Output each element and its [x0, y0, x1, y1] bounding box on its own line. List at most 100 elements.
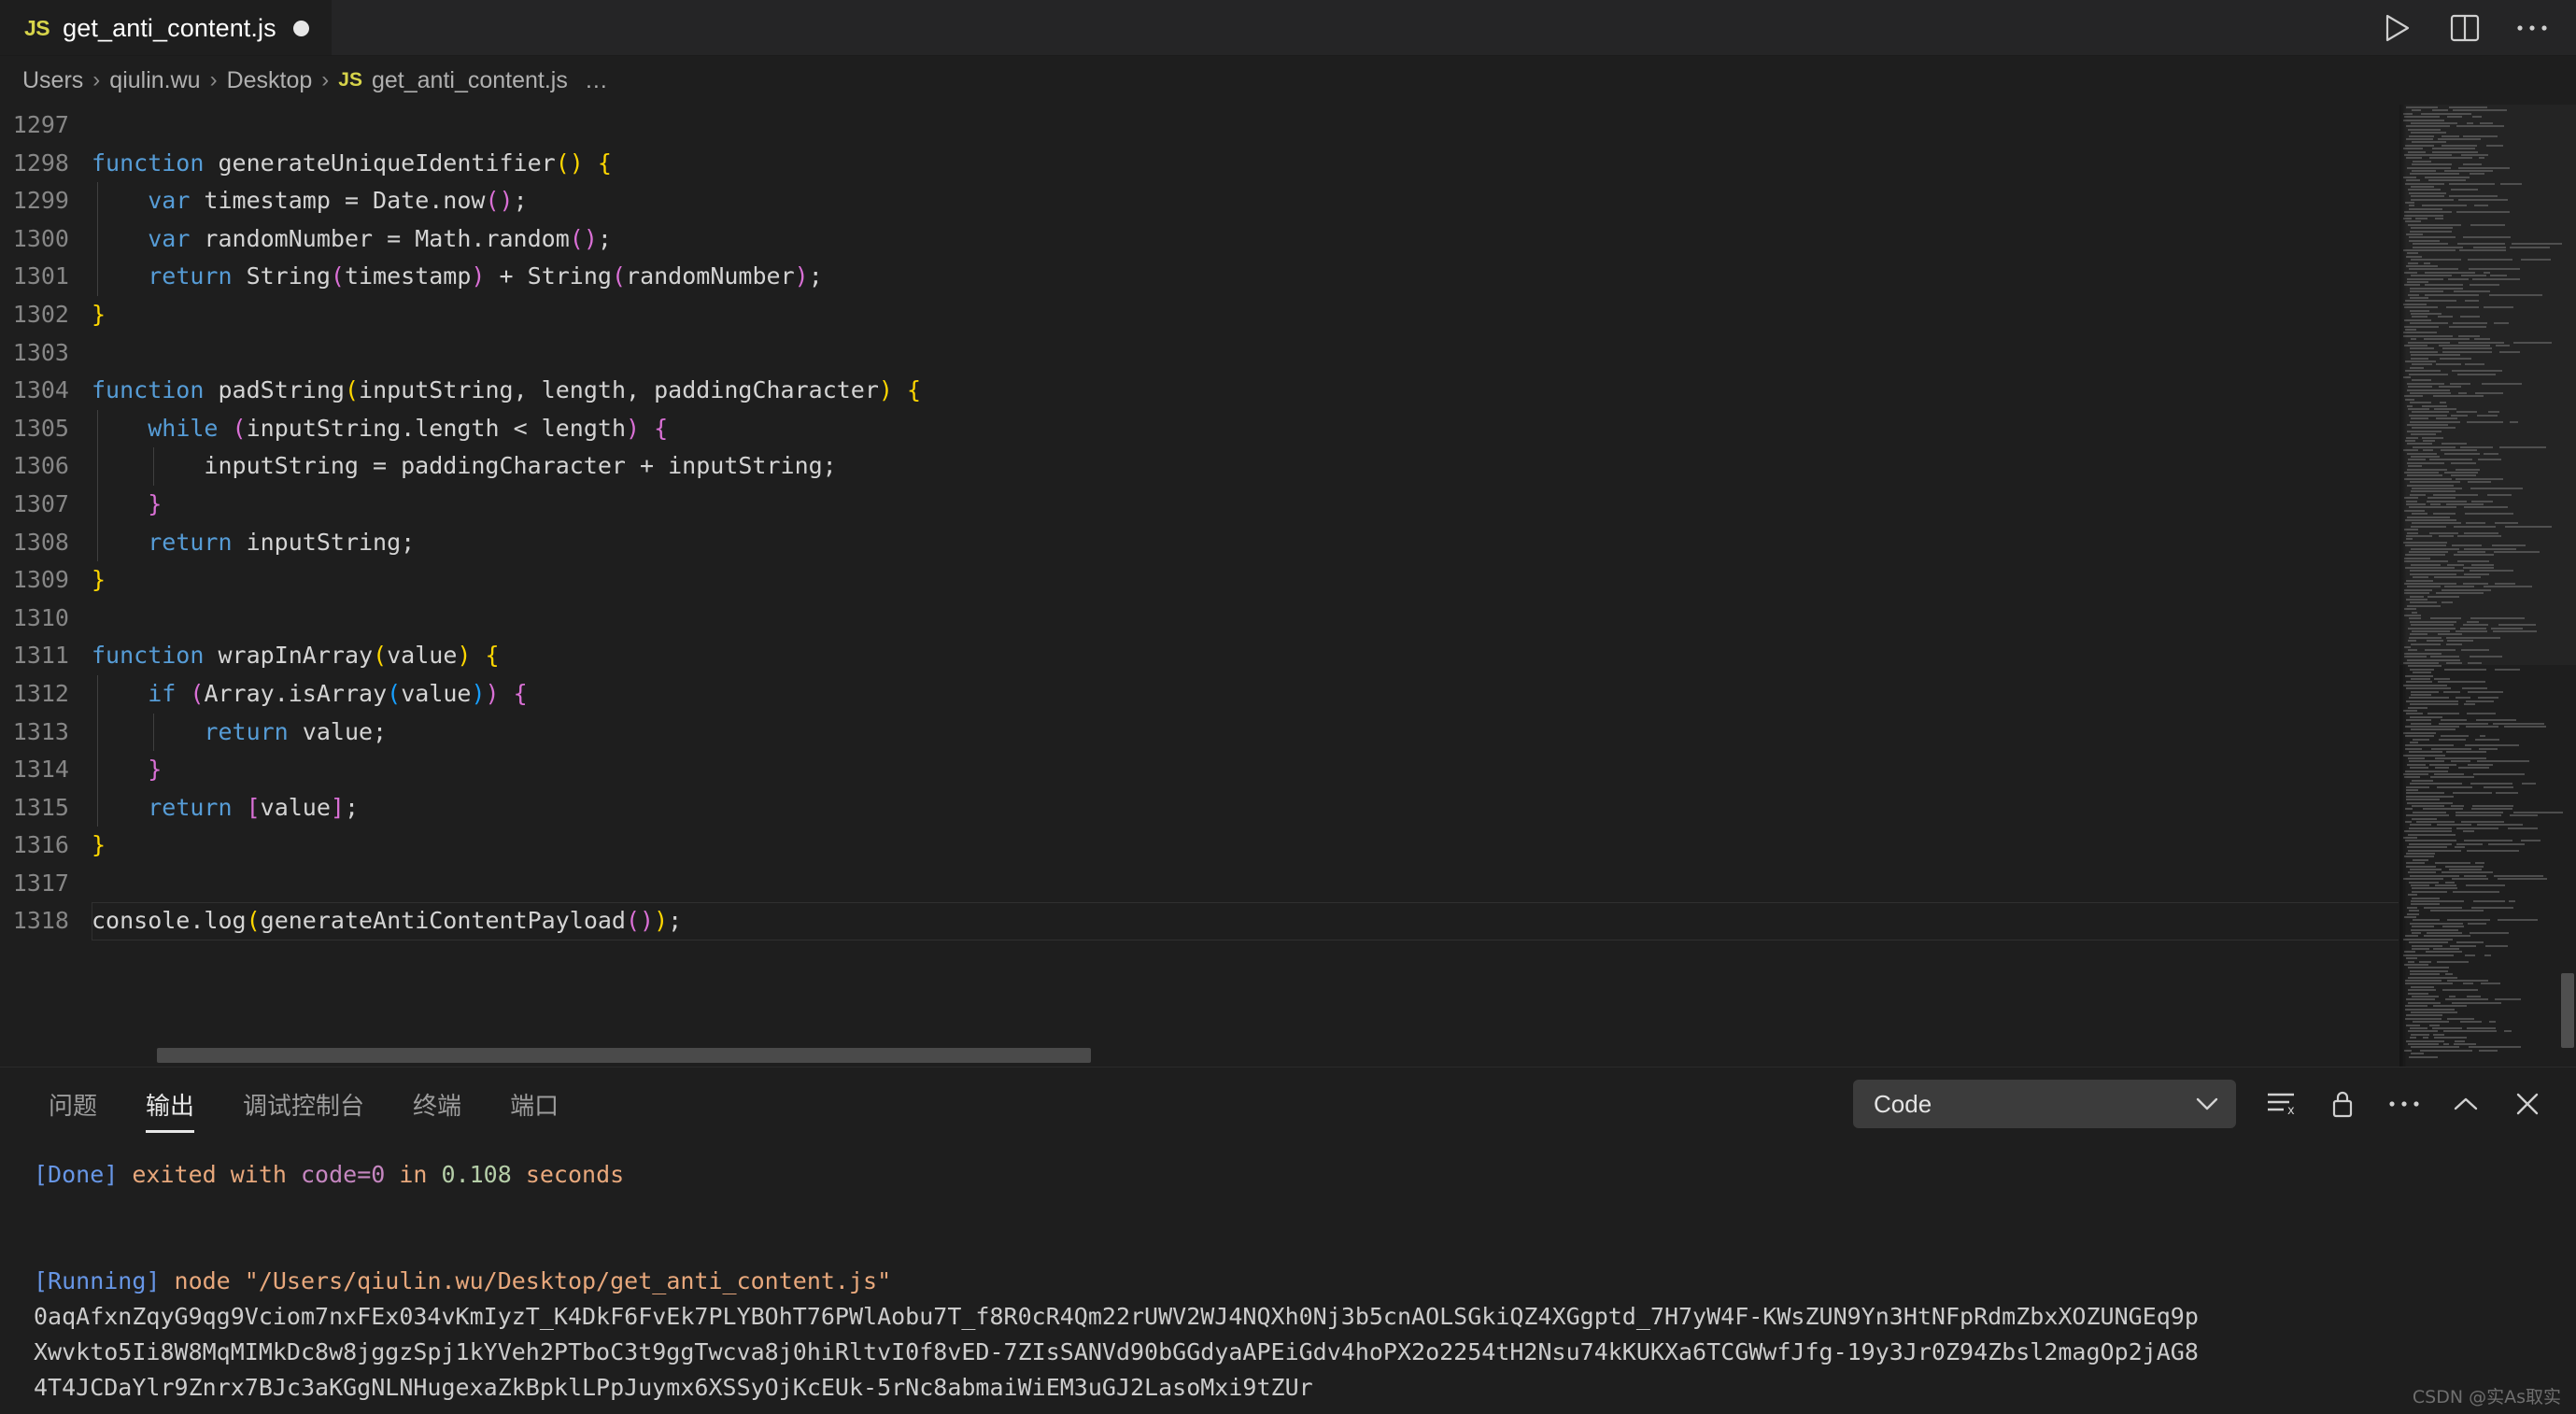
code-line[interactable]: 1314 } — [0, 751, 2576, 789]
code-line[interactable]: 1305 while (inputString.length < length)… — [0, 409, 2576, 448]
code-line[interactable]: 1298 function generateUniqueIdentifier() … — [0, 145, 2576, 183]
breadcrumb-item-users[interactable]: Users — [15, 67, 91, 94]
minimap-line — [2404, 554, 2446, 557]
code-text-area[interactable]: 1297 1298 function generateUniqueIdentifie… — [0, 105, 2576, 1067]
code-line[interactable]: 1306 inputString = paddingCharacter + in… — [0, 447, 2576, 486]
unsaved-changes-dot[interactable] — [292, 20, 309, 36]
indent-guide — [97, 447, 98, 486]
breadcrumb-item-file[interactable]: JS get_anti_content.js — [331, 67, 575, 94]
breadcrumb-item-qiulin-wu[interactable]: qiulin.wu — [102, 67, 207, 94]
minimap-line — [2410, 338, 2417, 341]
minimap-line — [2439, 402, 2447, 404]
code-token: function — [92, 376, 205, 404]
minimap-line — [2406, 443, 2433, 445]
code-line[interactable]: 1311 function wrapInArray(value) { — [0, 637, 2576, 675]
panel-tab-4[interactable]: 端口 — [486, 1068, 583, 1140]
code-line[interactable]: 1303 — [0, 334, 2576, 373]
panel-tab-0[interactable]: 问题 — [24, 1068, 121, 1140]
code-line[interactable]: 1309} — [0, 561, 2576, 600]
code-line[interactable]: 1301 return String(timestamp) + String(r… — [0, 258, 2576, 296]
code-line[interactable]: 1302} — [0, 296, 2576, 334]
split-editor-icon[interactable] — [2449, 12, 2481, 44]
minimap-line — [2442, 350, 2493, 353]
code-line[interactable]: 1299 var timestamp = Date.now(); — [0, 182, 2576, 220]
breadcrumb-item-desktop[interactable]: Desktop — [219, 67, 320, 94]
output-line: [Running] node "/Users/qiulin.wu/Desktop… — [34, 1264, 2576, 1299]
editor-vertical-scroll-thumb[interactable] — [2561, 973, 2574, 1048]
output-segment: seconds — [511, 1161, 625, 1188]
editor-horizontal-scroll-thumb[interactable] — [157, 1048, 1091, 1063]
minimap-line — [2464, 573, 2490, 575]
close-icon[interactable] — [2511, 1087, 2544, 1121]
run-triangle-icon[interactable] — [2382, 12, 2413, 44]
minimap-line — [2494, 998, 2521, 1001]
code-line[interactable]: 1317 — [0, 865, 2576, 903]
panel-tab-2[interactable]: 调试控制台 — [219, 1068, 389, 1140]
minimap-line — [2412, 488, 2463, 489]
minimap-line — [2462, 983, 2473, 985]
minimap[interactable] — [2399, 105, 2576, 1067]
code-line[interactable]: 1307 } — [0, 485, 2576, 524]
minimap-line — [2403, 334, 2454, 337]
minimap-line — [2470, 617, 2525, 620]
panel-toolbar: Code x — [1853, 1080, 2576, 1128]
minimap-line — [2408, 1001, 2442, 1004]
minimap-line — [2438, 316, 2454, 318]
breadcrumb-symbol-ellipsis[interactable]: … — [575, 67, 608, 94]
minimap-line — [2409, 290, 2444, 293]
minimap-line — [2410, 922, 2463, 925]
minimap-line — [2411, 903, 2441, 906]
panel-tab-1[interactable]: 输出 — [121, 1068, 219, 1140]
code-token: ] — [330, 793, 345, 821]
minimap-line — [2486, 493, 2512, 496]
minimap-line — [2406, 853, 2436, 855]
code-line[interactable]: 1310 — [0, 600, 2576, 638]
minimap-line — [2406, 500, 2417, 502]
minimap-line — [2456, 411, 2478, 414]
minimap-line — [2433, 1037, 2468, 1039]
code-line[interactable]: 1312 if (Array.isArray(value)) { — [0, 674, 2576, 714]
output-channel-select[interactable]: Code — [1853, 1080, 2236, 1128]
minimap-line — [2457, 551, 2485, 553]
ellipsis-icon[interactable] — [2516, 12, 2548, 44]
minimap-line — [2405, 182, 2444, 185]
panel-tab-3[interactable]: 终端 — [389, 1068, 486, 1140]
code-editor[interactable]: 1297 1298 function generateUniqueIdentifie… — [0, 105, 2576, 1067]
code-line[interactable]: 1304 function padString(inputString, leng… — [0, 372, 2576, 410]
minimap-line — [2464, 300, 2479, 303]
code-line[interactable]: 1300 var randomNumber = Math.random(); — [0, 219, 2576, 259]
minimap-line — [2410, 620, 2457, 623]
minimap-line — [2470, 173, 2484, 176]
minimap-line — [2411, 563, 2441, 566]
code-line[interactable]: 1297 — [0, 106, 2576, 145]
minimap-line — [2464, 874, 2486, 877]
minimap-line — [2403, 878, 2443, 881]
minimap-line — [2498, 350, 2521, 353]
minimap-line — [2439, 738, 2466, 741]
editor-horizontal-scrollbar[interactable] — [0, 1048, 2399, 1067]
minimap-line — [2447, 980, 2488, 982]
code-token: ( — [190, 679, 205, 707]
minimap-line — [2406, 461, 2445, 464]
output-content[interactable]: [Done] exited with code=0 in 0.108 secon… — [0, 1140, 2576, 1414]
line-number: 1307 — [12, 489, 69, 517]
chevron-up-icon[interactable] — [2449, 1087, 2483, 1121]
code-line[interactable]: 1316} — [0, 827, 2576, 865]
editor-vertical-scrollbar[interactable] — [2559, 105, 2576, 1067]
svg-text:x: x — [2287, 1104, 2295, 1118]
editor-tab-get-anti-content-js[interactable]: JS get_anti_content.js — [0, 0, 332, 55]
lock-icon[interactable] — [2326, 1087, 2359, 1121]
ellipsis-icon[interactable] — [2387, 1087, 2421, 1121]
code-line[interactable]: 1318 console.log(generateAntiContentPaylo… — [0, 902, 2576, 941]
minimap-line — [2421, 436, 2443, 439]
code-line[interactable]: 1315 return [value]; — [0, 788, 2576, 827]
code-line[interactable]: 1308 return inputString; — [0, 523, 2576, 562]
minimap-line — [2412, 445, 2456, 448]
code-line[interactable]: 1313 return value; — [0, 713, 2576, 752]
code-token: ( — [555, 148, 570, 177]
clear-output-icon[interactable]: x — [2264, 1087, 2298, 1121]
minimap-line — [2434, 408, 2456, 410]
